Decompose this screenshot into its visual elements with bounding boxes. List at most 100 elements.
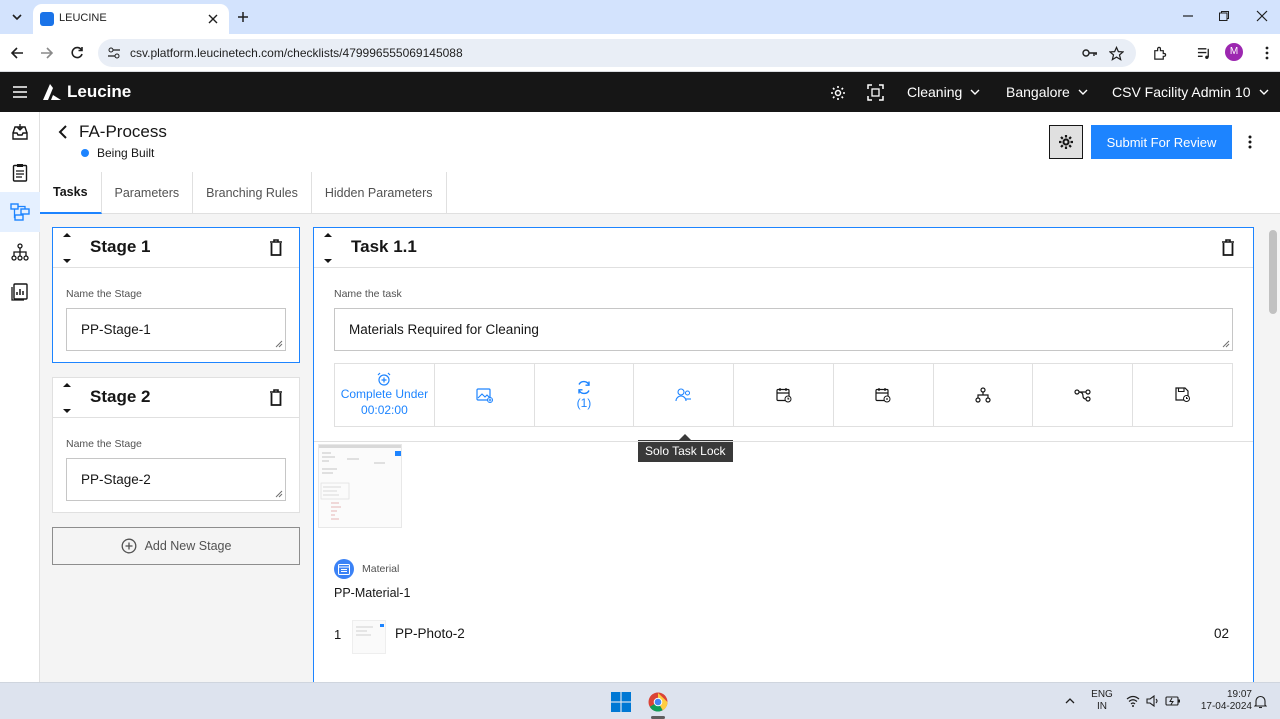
process-settings-button[interactable] [1049,125,1083,159]
automation-tool[interactable] [1033,364,1134,426]
move-down-icon[interactable] [62,408,72,414]
clock[interactable]: 19:07 17-04-2024 [1192,689,1252,713]
battery-icon[interactable] [1165,695,1181,707]
facility-dropdown[interactable]: Bangalore [1006,84,1088,100]
url-text[interactable]: csv.platform.leucinetech.com/checklists/… [130,46,463,60]
language-indicator[interactable]: ENG IN [1090,689,1114,713]
password-key-icon[interactable] [1082,45,1098,61]
submit-for-review-button[interactable]: Submit For Review [1091,125,1232,159]
more-options-icon[interactable] [1240,125,1260,159]
reorder-arrows [59,232,75,264]
flow-route-icon [1074,389,1091,402]
rail-hierarchy-icon[interactable] [0,232,40,272]
media-controls-icon[interactable] [1195,44,1213,62]
task-name-input[interactable]: Materials Required for Cleaning [334,308,1233,351]
forward-arrow-icon[interactable] [38,44,56,62]
tab-branching-rules[interactable]: Branching Rules [193,172,312,214]
stage-name-label: Name the Stage [66,288,142,300]
solo-task-lock-tool[interactable] [634,364,735,426]
hierarchy-branch-icon [975,387,991,403]
resize-handle-icon[interactable] [275,340,283,348]
reload-icon[interactable] [68,44,86,62]
rail-reports-icon[interactable] [0,272,40,312]
tab-search-chevron-icon[interactable] [6,6,28,28]
restore-icon[interactable] [1216,8,1232,24]
tray-chevron-up-icon[interactable] [1064,695,1076,707]
material-list-icon [334,559,354,579]
stage-name-input[interactable]: PP-Stage-2 [66,458,286,501]
omnibox[interactable]: csv.platform.leucinetech.com/checklists/… [98,39,1136,67]
rail-inbox-icon[interactable] [0,112,40,152]
rail-checklist-icon[interactable] [0,152,40,192]
language-code: ENG [1091,689,1113,700]
material-row: 1 PP-Photo-2 02 [334,620,1233,654]
add-new-stage-button[interactable]: Add New Stage [52,527,300,565]
tab-hidden-parameters[interactable]: Hidden Parameters [312,172,447,214]
move-up-icon[interactable] [62,382,72,388]
resize-handle-icon[interactable] [1222,340,1230,348]
material-photo-thumbnail[interactable] [352,620,386,654]
speaker-icon[interactable] [1146,695,1160,707]
browser-menu-icon[interactable] [1258,44,1276,62]
page-title: FA-Process [79,122,167,141]
hamburger-menu-icon[interactable] [12,84,28,100]
use-case-dropdown[interactable]: Cleaning [907,84,980,100]
move-up-icon[interactable] [323,232,333,238]
stage-name-value: PP-Stage-1 [81,322,151,337]
task-card: Task 1.1 Name the task Materials Require… [313,227,1254,682]
save-tool[interactable] [1133,364,1232,426]
settings-gear-icon[interactable] [829,84,846,101]
stage-card[interactable]: Stage 2 Name the Stage PP-Stage-2 [52,377,300,513]
add-circle-icon [121,538,137,554]
left-nav-rail [0,112,40,682]
scan-icon[interactable] [867,84,884,101]
delete-task-icon[interactable] [1221,239,1237,257]
media-thumbnail[interactable] [318,444,402,528]
solo-task-lock-tooltip: Solo Task Lock [638,440,733,462]
due-date-tool[interactable] [834,364,934,426]
tab-tasks[interactable]: Tasks [40,172,102,214]
rail-process-builder-icon[interactable] [0,192,40,232]
timer-value: 00:02:00 [361,403,408,417]
notification-bell-icon[interactable] [1254,695,1267,709]
bookmark-star-icon[interactable] [1108,45,1124,61]
timer-tool[interactable]: Complete Under 00:02:00 [335,364,435,426]
extensions-icon[interactable] [1150,44,1168,62]
move-down-icon[interactable] [323,258,333,264]
tab-close-icon[interactable] [205,11,221,27]
minimize-icon[interactable] [1180,8,1196,24]
delete-stage-icon[interactable] [269,239,285,257]
content-scrollbar[interactable] [1269,230,1277,314]
delete-stage-icon[interactable] [269,389,285,407]
material-section-header: Material [334,559,399,579]
tab-parameters[interactable]: Parameters [102,172,194,214]
branching-tool[interactable] [934,364,1034,426]
recurrence-tool[interactable]: (1) [535,364,635,426]
os-taskbar: ENG IN 19:07 17-04-2024 [0,682,1280,719]
browser-tab[interactable]: LEUCINE [33,4,229,34]
chevron-down-icon [970,89,980,95]
stage-card[interactable]: Stage 1 Name the Stage PP-Stage-1 [52,227,300,363]
site-info-icon[interactable] [106,45,122,61]
back-chevron-icon[interactable] [56,125,70,139]
window-close-icon[interactable] [1254,8,1270,24]
media-tool[interactable] [435,364,535,426]
save-clock-icon [1175,387,1190,402]
windows-start-icon[interactable] [611,692,631,712]
resize-handle-icon[interactable] [275,490,283,498]
new-tab-plus-icon[interactable] [234,8,252,26]
material-name: PP-Material-1 [334,586,411,600]
schedule-tool[interactable] [734,364,834,426]
chrome-taskbar-icon[interactable] [648,692,668,712]
chevron-down-icon [1259,89,1268,95]
stage-title: Stage 1 [90,237,151,256]
alarm-clock-icon [377,372,391,386]
user-dropdown[interactable]: CSV Facility Admin 10 [1112,84,1269,100]
recurrence-count: (1) [576,395,592,410]
move-down-icon[interactable] [62,258,72,264]
back-arrow-icon[interactable] [8,44,26,62]
profile-avatar[interactable]: M [1225,43,1243,61]
wifi-icon[interactable] [1126,695,1140,707]
stage-name-input[interactable]: PP-Stage-1 [66,308,286,351]
move-up-icon[interactable] [62,232,72,238]
